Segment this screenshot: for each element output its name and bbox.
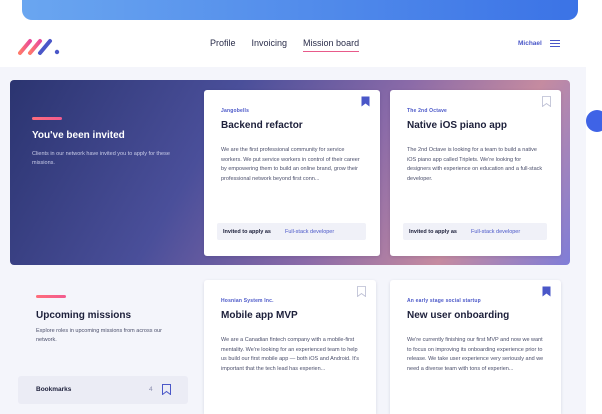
- invite-role[interactable]: Full-stack developer: [471, 229, 520, 235]
- invite-status: Invited to apply as: [409, 228, 457, 235]
- user-name[interactable]: Michael: [518, 40, 542, 47]
- mission-card-native-ios-piano[interactable]: The 2nd Octave Native iOS piano app The …: [390, 90, 561, 256]
- invite-role[interactable]: Full-stack developer: [285, 229, 334, 235]
- bookmarks-button[interactable]: Bookmarks 4: [18, 376, 188, 404]
- invite-status-bar: Invited to apply as Full-stack developer: [217, 223, 366, 240]
- bookmark-outline-icon[interactable]: [542, 96, 551, 107]
- bookmarks-count: 4: [149, 386, 153, 393]
- nav-invoicing[interactable]: Invoicing: [252, 38, 288, 52]
- bookmark-outline-icon: [162, 384, 171, 395]
- top-banner-strip: [22, 0, 578, 20]
- bookmark-outline-icon[interactable]: [357, 286, 366, 297]
- brand-logo[interactable]: [18, 36, 62, 56]
- bookmarks-label: Bookmarks: [36, 386, 72, 393]
- invite-status: Invited to apply as: [223, 228, 271, 235]
- decorative-blob: [586, 110, 602, 132]
- mission-card-backend-refactor[interactable]: Jangobells Backend refactor We are the f…: [204, 90, 380, 256]
- upcoming-accent-bar: [36, 295, 66, 298]
- hero-description: Clients in our network have invited you …: [32, 151, 170, 167]
- card-title[interactable]: Backend refactor: [221, 120, 303, 131]
- card-description: We're currently finishing our first MVP …: [407, 337, 544, 372]
- card-description: We are the first professional community …: [221, 147, 360, 182]
- card-title[interactable]: Mobile app MVP: [221, 310, 298, 321]
- user-menu[interactable]: Michael: [518, 40, 560, 48]
- upcoming-description: Explore roles in upcoming missions from …: [36, 328, 162, 344]
- mission-card-mobile-app-mvp[interactable]: Hosnian System Inc. Mobile app MVP We ar…: [204, 280, 376, 414]
- hamburger-icon[interactable]: [549, 40, 560, 48]
- hero-accent-bar: [32, 117, 62, 120]
- invite-status-bar: Invited to apply as Full-stack developer: [403, 223, 547, 240]
- card-company: An early stage social startup: [407, 298, 481, 304]
- upcoming-title: Upcoming missions: [36, 310, 132, 321]
- main-nav: Profile Invoicing Mission board: [210, 38, 360, 52]
- card-title[interactable]: New user onboarding: [407, 310, 509, 321]
- mission-card-new-user-onboarding[interactable]: An early stage social startup New user o…: [390, 280, 561, 414]
- nav-profile[interactable]: Profile: [210, 38, 236, 52]
- bookmark-filled-icon[interactable]: [361, 96, 370, 107]
- card-description: The 2nd Octave is looking for a team to …: [407, 147, 543, 182]
- bookmark-filled-icon[interactable]: [542, 286, 551, 297]
- card-title[interactable]: Native iOS piano app: [407, 120, 507, 131]
- card-company: Jangobells: [221, 108, 250, 114]
- hero-title: You've been invited: [32, 130, 125, 141]
- card-description: We are a Canadian fintech company with a…: [221, 337, 360, 372]
- card-company: The 2nd Octave: [407, 108, 448, 114]
- card-company: Hosnian System Inc.: [221, 298, 274, 304]
- nav-mission-board[interactable]: Mission board: [303, 38, 360, 52]
